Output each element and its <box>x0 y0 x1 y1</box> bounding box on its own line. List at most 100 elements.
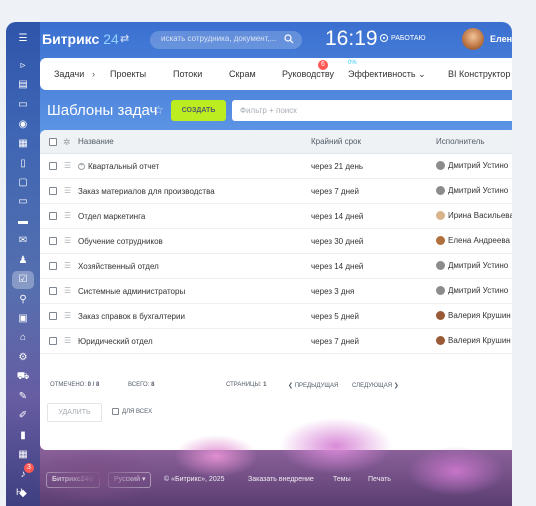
calendar-grid-icon[interactable]: ▦ <box>16 449 30 461</box>
row-checkbox[interactable] <box>49 187 57 195</box>
select-all-checkbox[interactable] <box>49 138 57 146</box>
row-responsible-name: Дмитрий Устино <box>448 161 509 170</box>
themes-link[interactable]: Темы <box>333 476 351 483</box>
row-name[interactable]: Хозяйственный отдел <box>78 262 159 271</box>
user-avatar[interactable] <box>462 28 484 50</box>
row-responsible[interactable]: Дмитрий Устино <box>436 261 508 271</box>
chevron-right-icon[interactable]: › <box>92 69 95 79</box>
row-name[interactable]: Заказ материалов для производства <box>78 187 215 196</box>
printer-icon[interactable]: ▬ <box>16 216 30 228</box>
row-name[interactable]: Юридический отдел <box>78 337 153 346</box>
logo[interactable]: Битрикс 24 <box>42 31 119 47</box>
favorite-star-icon[interactable]: ☆ <box>153 103 164 117</box>
tab-scrum[interactable]: Скрам <box>229 69 256 79</box>
row-name[interactable]: Системные администраторы <box>78 287 185 296</box>
row-name[interactable]: Отдел маркетинга <box>78 212 145 221</box>
print-link[interactable]: Печать <box>368 476 391 483</box>
analytics-icon[interactable]: ▮ <box>16 430 30 442</box>
table-row[interactable]: ☰ Заказ справок в бухгалтерии через 5 дн… <box>40 304 512 329</box>
document-icon[interactable]: ▯ <box>16 158 30 170</box>
tab-flows[interactable]: Потоки <box>173 69 202 79</box>
row-menu-icon[interactable]: ☰ <box>64 187 71 195</box>
target-icon[interactable]: ◉ <box>16 119 30 131</box>
row-menu-icon[interactable]: ☰ <box>64 162 71 170</box>
chat-icon[interactable]: ▭ <box>16 99 30 111</box>
top-header: Битрикс 24 ⇄ искать сотрудника, документ… <box>40 22 512 56</box>
tab-management[interactable]: Руководству <box>282 69 334 79</box>
tab-tasks[interactable]: Задачи <box>54 69 84 79</box>
table-row[interactable]: ☰ Обучение сотрудников через 30 дней Еле… <box>40 229 512 254</box>
prev-page-link[interactable]: ❮ ПРЕДЫДУЩАЯ <box>288 382 338 389</box>
delete-button[interactable]: УДАЛИТЬ <box>47 403 102 422</box>
next-page-link[interactable]: СЛЕДУЮЩАЯ ❯ <box>352 382 399 389</box>
row-name[interactable]: Заказ справок в бухгалтерии <box>78 312 185 321</box>
row-checkbox[interactable] <box>49 287 57 295</box>
global-search-input[interactable]: искать сотрудника, документ,... <box>150 31 302 49</box>
row-responsible[interactable]: Дмитрий Устино <box>436 286 508 296</box>
create-button[interactable]: СОЗДАТЬ <box>171 100 226 121</box>
pen-icon[interactable]: ✐ <box>16 410 30 422</box>
employees-icon[interactable]: ♟ <box>16 255 30 267</box>
drive-icon[interactable]: ▢ <box>16 177 30 189</box>
row-checkbox[interactable] <box>49 237 57 245</box>
row-menu-icon[interactable]: ☰ <box>64 237 71 245</box>
row-responsible[interactable]: Валерия Крушин <box>436 336 511 346</box>
crm-icon[interactable]: ▣ <box>16 313 30 325</box>
sign-icon[interactable]: ✎ <box>16 391 30 403</box>
calendar-icon[interactable]: ▦ <box>16 138 30 150</box>
column-header-name[interactable]: Название <box>78 137 114 146</box>
row-responsible[interactable]: Дмитрий Устино <box>436 161 509 171</box>
cart-icon[interactable]: ⛟ <box>16 371 30 383</box>
row-menu-icon[interactable]: ☰ <box>64 212 71 220</box>
table-row[interactable]: ☰ Отдел маркетинга через 14 дней Ирина В… <box>40 204 512 229</box>
row-responsible[interactable]: Ирина Васильева <box>436 211 512 221</box>
filter-icon[interactable]: ⚲ <box>16 294 30 306</box>
table-row[interactable]: ☰ Заказ материалов для производства чере… <box>40 179 512 204</box>
column-header-deadline[interactable]: Крайний срок <box>311 137 361 146</box>
row-responsible[interactable]: Елена Андреева <box>436 236 510 246</box>
switch-portal-icon[interactable]: ⇄ <box>120 32 129 45</box>
for-all-checkbox[interactable] <box>112 408 119 415</box>
table-row[interactable]: ☰ Юридический отдел через 7 дней Валерия… <box>40 329 512 354</box>
user-name[interactable]: Елена <box>490 34 512 44</box>
grid-settings-gear-icon[interactable]: ✲ <box>63 137 71 148</box>
table-row[interactable]: ☰ Системные администраторы через 3 дня Д… <box>40 279 512 304</box>
row-checkbox[interactable] <box>49 262 57 270</box>
row-menu-icon[interactable]: ☰ <box>64 262 71 270</box>
row-menu-icon[interactable]: ☰ <box>64 287 71 295</box>
row-checkbox[interactable] <box>49 312 57 320</box>
mail-icon[interactable]: ✉ <box>16 235 30 247</box>
tasks-icon[interactable]: ▤ <box>16 79 30 91</box>
bank-icon[interactable]: ⌂ <box>16 332 30 344</box>
row-checkbox[interactable] <box>49 212 57 220</box>
settings-icon[interactable]: ⚙ <box>16 352 30 364</box>
table-row[interactable]: ☰ Хозяйственный отдел через 14 дней Дмит… <box>40 254 512 279</box>
work-status[interactable]: РАБОТАЮ <box>380 34 426 42</box>
total-label: ВСЕГО: <box>128 382 150 388</box>
row-name-cell[interactable]: + Квартальный отчет <box>78 162 159 171</box>
monitor-icon[interactable]: ▭ <box>16 196 30 208</box>
tasks-active-icon[interactable]: ☑ <box>12 271 34 289</box>
column-header-responsible[interactable]: Исполнитель <box>436 137 485 146</box>
order-implementation-link[interactable]: Заказать внедрение <box>248 476 314 483</box>
tab-bi-builder[interactable]: BI Конструктор <box>448 69 510 79</box>
menu-burger-icon[interactable]: ☰ <box>16 33 30 45</box>
row-responsible[interactable]: Дмитрий Устино <box>436 186 508 196</box>
tab-projects[interactable]: Проекты <box>110 69 146 79</box>
footer-brand[interactable]: Битрикс24® <box>46 472 100 488</box>
language-select[interactable]: Русский ▾ <box>108 472 152 488</box>
copyright-link[interactable]: © «Битрикс», 2025 <box>164 476 225 483</box>
row-menu-icon[interactable]: ☰ <box>64 337 71 345</box>
row-name[interactable]: Обучение сотрудников <box>78 237 163 246</box>
filter-search-input[interactable]: Фильтр + поиск <box>232 100 512 121</box>
row-checkbox[interactable] <box>49 337 57 345</box>
row-menu-icon[interactable]: ☰ <box>64 312 71 320</box>
for-all-toggle[interactable]: ДЛЯ ВСЕХ <box>112 408 152 415</box>
feed-icon[interactable]: ▹ <box>16 60 30 72</box>
tab-efficiency[interactable]: Эффективность ⌄ <box>348 69 426 80</box>
table-row[interactable]: ☰ + Квартальный отчет через 21 день Дмитр… <box>40 154 512 179</box>
expand-subtasks-icon[interactable]: + <box>78 163 85 171</box>
clock: 16:19 <box>325 27 378 50</box>
row-checkbox[interactable] <box>49 162 57 170</box>
row-responsible[interactable]: Валерия Крушин <box>436 311 511 321</box>
